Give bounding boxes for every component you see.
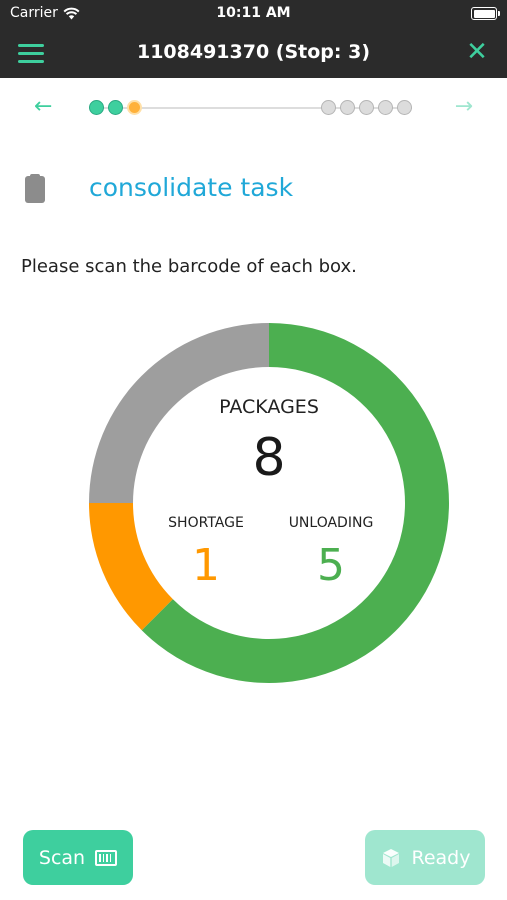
step-dot-8 [397, 100, 412, 115]
step-dot-1 [89, 100, 104, 115]
shortage-label: SHORTAGE [168, 515, 244, 531]
scan-button[interactable]: Scan [23, 830, 133, 885]
arrow-left-icon[interactable]: ← [34, 94, 52, 119]
ready-button[interactable]: Ready [365, 830, 485, 885]
clock: 10:11 AM [216, 5, 291, 21]
barcode-icon [95, 849, 118, 866]
donut-segment-shortage [89, 503, 173, 631]
packages-value: 8 [252, 428, 286, 488]
status-bar: Carrier 10:11 AM [0, 0, 507, 28]
close-icon[interactable]: ✕ [463, 38, 491, 66]
packages-label: PACKAGES [219, 396, 319, 418]
unloading-value: 5 [317, 540, 345, 591]
step-dot-7 [378, 100, 393, 115]
page-title: 1108491370 (Stop: 3) [136, 41, 371, 63]
donut-chart [89, 323, 450, 683]
nav-bar: 1108491370 (Stop: 3) ✕ [0, 28, 507, 78]
step-dot-current [127, 100, 142, 115]
arrow-right-icon[interactable]: → [455, 94, 473, 119]
shortage-value: 1 [192, 540, 220, 591]
clipboard-icon [25, 174, 45, 203]
step-dot-2 [108, 100, 123, 115]
ready-button-label: Ready [411, 846, 471, 869]
unloading-label: UNLOADING [288, 515, 374, 531]
step-dot-4 [321, 100, 336, 115]
cube-icon [382, 848, 399, 867]
scan-button-label: Scan [38, 846, 86, 869]
battery-icon [471, 7, 500, 20]
stop-progress-stepper: ← → [0, 92, 507, 124]
step-dot-5 [340, 100, 355, 115]
instruction-text: Please scan the barcode of each box. [21, 256, 357, 277]
step-dot-6 [359, 100, 374, 115]
task-title: consolidate task [89, 173, 294, 202]
package-summary-donut: PACKAGES 8 SHORTAGE 1 UNLOADING 5 [88, 322, 450, 684]
